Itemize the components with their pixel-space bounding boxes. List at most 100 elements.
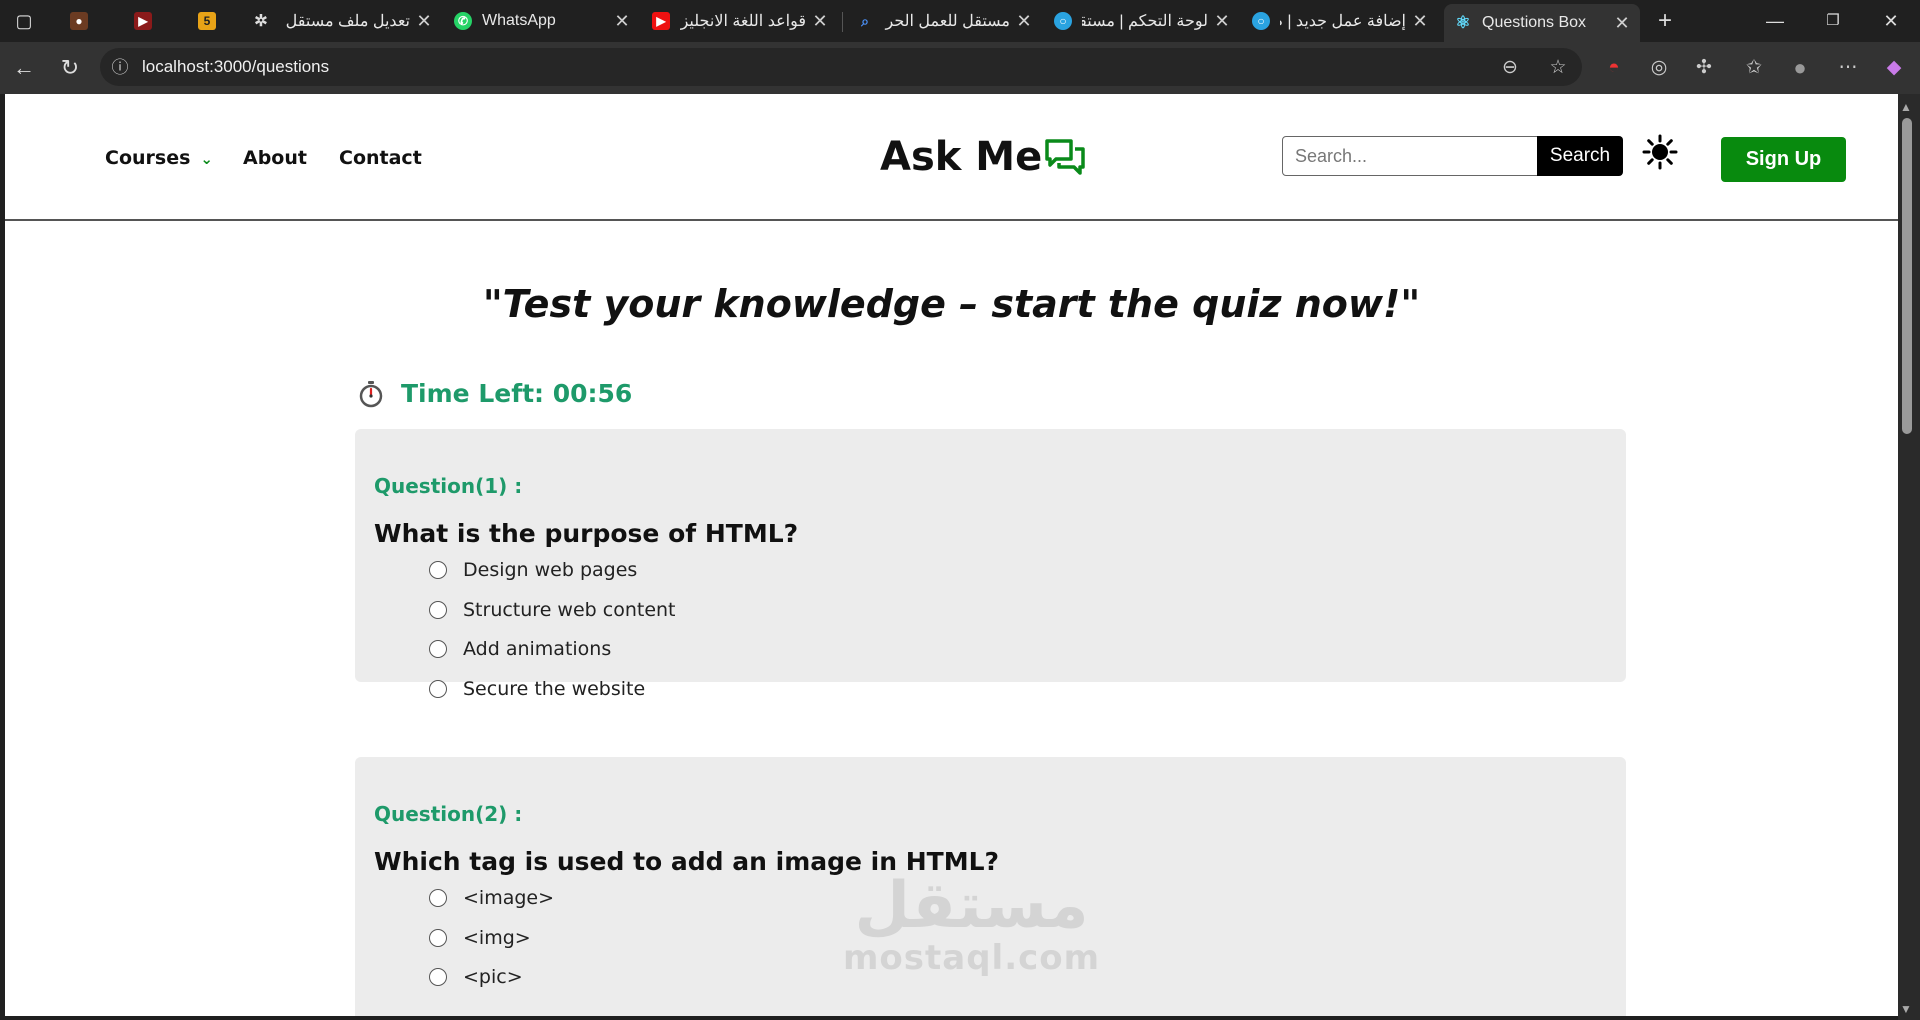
option-label: <pic> [463,966,523,988]
radio-button[interactable] [429,889,447,907]
favorite-star-icon[interactable]: ☆ [1544,54,1572,82]
tab-title: إضافة عمل جديد | م [1280,13,1406,30]
react-favicon-icon: ⚛ [1455,13,1471,32]
option-label: Structure web content [463,599,676,621]
nav-about[interactable]: About [243,147,307,169]
mostaql-favicon-icon: ○ [1054,12,1072,30]
tagline-text: Test your knowledge – start the quiz now… [502,282,1401,326]
close-tab-icon[interactable]: ✕ [614,11,630,32]
quiz-tagline: "Test your knowledge – start the quiz no… [5,282,1898,326]
search-input[interactable] [1282,136,1538,176]
tab-8[interactable]: ○ لوحة التحكم | مستقل ✕ [1044,4,1240,38]
tab-divider [842,12,843,32]
search-button[interactable]: Search [1537,136,1623,176]
option-label: <image> [463,887,555,909]
answer-option[interactable]: <img> [429,927,531,949]
site-logo[interactable]: Ask Me [880,134,1086,180]
mostaql-favicon-icon: ○ [1252,12,1270,30]
close-tab-icon[interactable]: ✕ [812,11,828,32]
tab-title: قواعد اللغة الانجليزي [680,13,806,30]
radio-button[interactable] [429,561,447,579]
more-menu-icon[interactable]: ⋯ [1834,54,1862,82]
tab-7[interactable]: ⌕ مستقل للعمل الحر ✕ [846,4,1042,38]
chat-bubbles-icon [1045,139,1085,175]
sidebar-toggle-icon[interactable]: ▢ [4,6,44,36]
youtube-favicon-icon: ▶ [134,12,152,30]
tab-6[interactable]: ▶ قواعد اللغة الانجليزي ✕ [642,4,838,38]
scroll-down-icon[interactable]: ▼ [1900,1002,1912,1016]
minimize-icon[interactable]: — [1752,6,1798,36]
tab-1[interactable]: ● [60,4,110,38]
answer-option[interactable]: <image> [429,887,554,909]
circle-extension-icon[interactable]: ◎ [1645,54,1673,82]
favorites-icon[interactable]: ✩ [1740,54,1768,82]
tab-title: WhatsApp [482,12,556,29]
radio-button[interactable] [429,601,447,619]
tab-title: Questions Box [1482,14,1587,31]
nav-courses[interactable]: Courses ⌄ [105,147,213,169]
watermark-latin: mostaql.com [843,938,1101,978]
close-tab-icon[interactable]: ✕ [416,11,432,32]
tab-title: تعديل ملف مستقل [285,13,410,30]
close-tab-icon[interactable]: ✕ [1016,11,1032,32]
answer-option[interactable]: Add animations [429,638,611,660]
timer-text: Time Left: 00:56 [401,379,633,408]
answer-option[interactable]: <pic> [429,966,523,988]
chatgpt-favicon-icon: ✲ [254,13,268,30]
close-tab-icon[interactable]: ✕ [1412,11,1428,32]
logo-text: Ask Me [880,134,1043,180]
mostaql-watermark: مستقل mostaql.com [843,874,1100,978]
watermark-arabic: مستقل [854,869,1089,943]
extensions-icon[interactable]: ✣ [1690,54,1718,82]
option-label: Secure the website [463,678,646,700]
tab-4[interactable]: ✲ تعديل ملف مستقل ✕ [242,4,442,38]
theme-toggle-sun-icon[interactable] [1642,134,1678,170]
radio-button[interactable] [429,968,447,986]
answer-option[interactable]: Design web pages [429,559,637,581]
option-label: <img> [463,927,531,949]
tagline-quote-open: " [482,282,503,326]
reading-mode-icon[interactable]: ⊖ [1496,54,1524,82]
radio-button[interactable] [429,929,447,947]
radio-button[interactable] [429,640,447,658]
reload-icon[interactable]: ↻ [54,52,86,84]
signup-button[interactable]: Sign Up [1721,137,1846,182]
profile-avatar-icon[interactable]: ● [1786,54,1814,82]
stopwatch-icon [359,380,383,407]
restore-icon[interactable]: ❐ [1810,6,1856,36]
scrollbar-thumb[interactable] [1902,118,1912,434]
ninja-favicon-icon: ● [70,12,88,30]
tagline-quote-close: " [1400,282,1421,326]
pokeball-extension-icon[interactable]: ◓ [1600,54,1628,82]
nav-courses-label: Courses [105,147,191,169]
answer-option[interactable]: Structure web content [429,599,676,621]
web-page: Courses ⌄ About Contact Ask Me Search Sig… [5,94,1898,1016]
option-label: Add animations [463,638,612,660]
browser-tab-bar: ▢ ● ▶ 5 ✲ تعديل ملف مستقل ✕ ✆ WhatsApp ✕… [0,0,1920,42]
quiz-timer: Time Left: 00:56 [357,379,632,408]
site-info-icon[interactable]: ⓘ [106,54,134,82]
tab-title: لوحة التحكم | مستقل [1082,13,1208,30]
chevron-down-icon: ⌄ [200,150,213,168]
scroll-up-icon[interactable]: ▲ [1900,100,1912,114]
close-window-icon[interactable]: ✕ [1868,6,1914,36]
question-number: Question(1) : [374,474,523,498]
nav-contact[interactable]: Contact [339,147,422,169]
close-tab-icon[interactable]: ✕ [1614,13,1630,34]
youtube-favicon-icon: ▶ [652,12,670,30]
back-icon[interactable]: ← [8,52,40,84]
copilot-icon[interactable]: ◆ [1880,54,1908,82]
new-tab-icon[interactable]: + [1642,6,1688,36]
tab-2[interactable]: ▶ [124,4,174,38]
question-card-1: Question(1) : What is the purpose of HTM… [355,429,1626,700]
answer-option[interactable]: Secure the website [429,678,645,700]
question-text: What is the purpose of HTML? [374,519,799,548]
radio-button[interactable] [429,680,447,698]
url-text[interactable]: localhost:3000/questions [142,57,329,77]
close-tab-icon[interactable]: ✕ [1214,11,1230,32]
tab-5[interactable]: ✆ WhatsApp ✕ [444,4,640,38]
whatsapp-favicon-icon: ✆ [454,12,472,30]
tab-3[interactable]: 5 [188,4,238,38]
tab-10-active[interactable]: ⚛ Questions Box ✕ [1444,4,1640,42]
tab-9[interactable]: ○ إضافة عمل جديد | م ✕ [1242,4,1438,38]
